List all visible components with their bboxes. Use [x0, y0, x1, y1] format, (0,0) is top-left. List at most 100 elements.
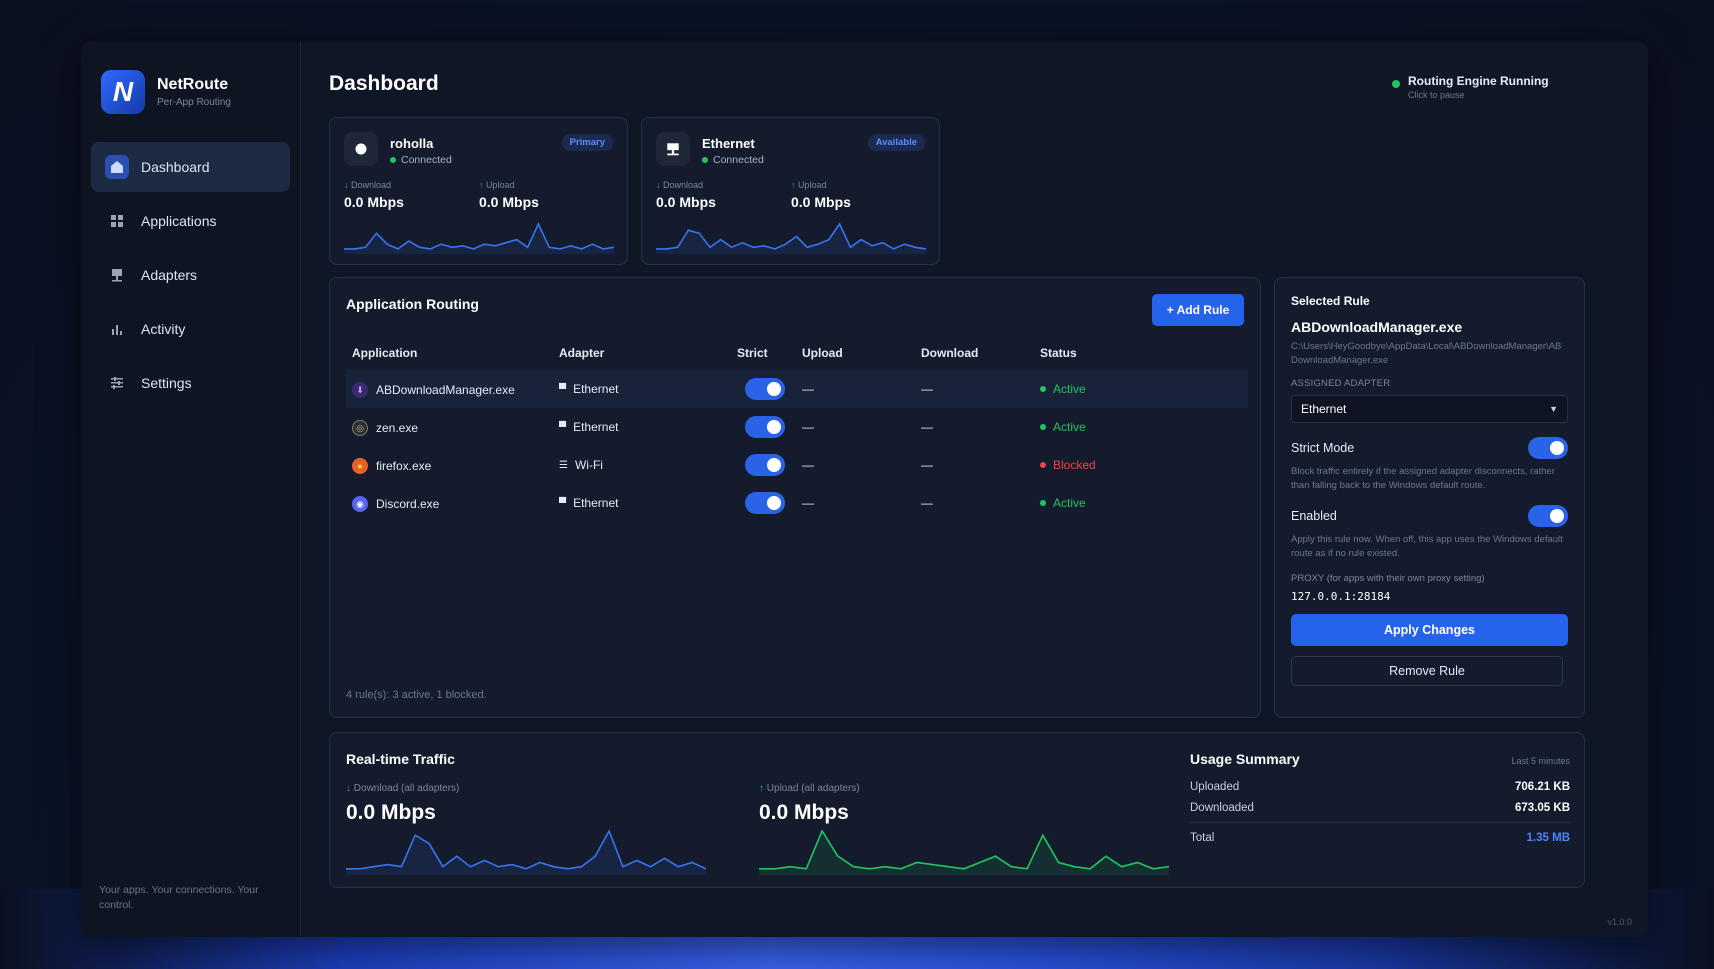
strict-mode-toggle[interactable]	[1528, 437, 1568, 459]
adapter-icon	[105, 263, 129, 287]
app-window: N NetRoute Per-App Routing Dashboard App…	[81, 42, 1648, 937]
status-text: Blocked	[1053, 458, 1096, 472]
selected-rule-app: ABDownloadManager.exe	[1291, 319, 1463, 335]
nav-item-applications[interactable]: Applications	[91, 196, 290, 246]
proxy-value[interactable]: 127.0.0.1:28184	[1291, 590, 1568, 603]
table-row[interactable]: ◎ zen.exe ▀ Ethernet — — Active	[346, 408, 1248, 446]
firefox-icon: ●	[352, 458, 368, 474]
column-header[interactable]: Status	[1040, 346, 1077, 360]
download-value: 0.0 Mbps	[344, 194, 404, 210]
arrow-up-icon: ↑	[759, 783, 764, 794]
engine-status[interactable]: Routing Engine Running Click to pause	[1392, 74, 1549, 100]
column-header[interactable]: Adapter	[559, 346, 604, 360]
table-row[interactable]: ⬇ ABDownloadManager.exe ▀ Ethernet — — A…	[346, 370, 1248, 408]
adapter-name: Ethernet	[573, 496, 619, 510]
ethernet-icon	[656, 132, 690, 166]
remove-rule-button[interactable]: Remove Rule	[1291, 656, 1563, 686]
selected-rule-panel: Selected Rule ABDownloadManager.exe C:\U…	[1274, 277, 1585, 718]
nav-label: Applications	[141, 213, 217, 229]
adapter-name: Ethernet	[573, 420, 619, 434]
traffic-upload-label-text: Upload (all adapters)	[766, 783, 860, 794]
nav-item-adapters[interactable]: Adapters	[91, 250, 290, 300]
adapter-name: Ethernet	[573, 382, 619, 396]
upload-label: Upload	[486, 180, 515, 190]
adapter-sparkline	[344, 222, 614, 254]
chevron-down-icon: ▼	[1549, 404, 1558, 414]
enabled-toggle[interactable]	[1528, 505, 1568, 527]
table-row[interactable]: ● firefox.exe ☰ Wi-Fi — — Blocked	[346, 446, 1248, 484]
status-dot	[702, 157, 708, 163]
nav-item-settings[interactable]: Settings	[91, 358, 290, 408]
adapter-badge: Primary	[561, 134, 613, 151]
strict-toggle[interactable]	[745, 492, 785, 514]
app-version: v1.0.0	[1607, 917, 1632, 927]
nav-label: Adapters	[141, 267, 198, 283]
download-label: Download	[351, 180, 392, 190]
sparkline-line	[346, 829, 706, 870]
table-row[interactable]: ◉ Discord.exe ▀ Ethernet — — Active	[346, 484, 1248, 522]
status-dot	[1040, 424, 1046, 430]
engine-title: Routing Engine Running	[1408, 74, 1549, 88]
downloaded-value: 673.05 KB	[1515, 802, 1570, 814]
usage-title: Usage Summary	[1190, 751, 1300, 767]
ethernet-icon: ▀	[559, 383, 567, 395]
nav-item-activity[interactable]: Activity	[91, 304, 290, 354]
usage-window: Last 5 minutes	[1511, 756, 1570, 766]
strict-mode-description: Block traffic entirely if the assigned a…	[1291, 466, 1555, 491]
traffic-download-label-text: Download (all adapters)	[353, 783, 460, 794]
strict-toggle[interactable]	[745, 378, 785, 400]
strict-toggle[interactable]	[745, 454, 785, 476]
column-header[interactable]: Download	[921, 346, 978, 360]
nav-item-dashboard[interactable]: Dashboard	[91, 142, 290, 192]
arrow-up-icon: ↑	[791, 180, 796, 190]
traffic-title: Real-time Traffic	[346, 751, 455, 767]
adapter-upload: ↑ Upload 0.0 Mbps	[479, 180, 539, 210]
assigned-adapter-label: ASSIGNED ADAPTER	[1291, 378, 1391, 389]
assigned-adapter-select[interactable]: Ethernet ▼	[1291, 395, 1568, 423]
add-rule-button[interactable]: + Add Rule	[1152, 294, 1244, 326]
nav-label: Activity	[141, 321, 186, 337]
table-header: Application Adapter Strict Upload Downlo…	[346, 346, 1246, 366]
column-header[interactable]: Strict	[737, 346, 768, 360]
enabled-description: Apply this rule now. When off, this app …	[1291, 534, 1563, 559]
adapter-card-roholla[interactable]: roholla Connected Primary ↓ Download 0.0…	[329, 117, 628, 265]
brand-logo: N	[101, 70, 145, 114]
adapter-status: Connected	[390, 154, 452, 166]
sparkline-area	[656, 224, 926, 254]
uploaded-label: Uploaded	[1190, 781, 1240, 793]
uploaded-value: 706.21 KB	[1515, 781, 1570, 793]
downloaded-label: Downloaded	[1190, 802, 1254, 814]
app-name: firefox.exe	[376, 459, 432, 473]
arrow-down-icon: ↓	[656, 180, 661, 190]
download-value: —	[921, 420, 933, 434]
upload-value: —	[802, 458, 814, 472]
brand-name: NetRoute	[157, 76, 229, 93]
nav-label: Dashboard	[141, 159, 210, 175]
traffic-download-value: 0.0 Mbps	[346, 801, 436, 824]
sliders-icon	[105, 371, 129, 395]
download-sparkline	[346, 829, 706, 875]
strict-toggle[interactable]	[745, 416, 785, 438]
column-header[interactable]: Application	[352, 346, 417, 360]
apply-changes-button[interactable]: Apply Changes	[1291, 614, 1568, 646]
upload-value: —	[802, 420, 814, 434]
grid-icon	[105, 209, 129, 233]
adapter-download: ↓ Download 0.0 Mbps	[344, 180, 404, 210]
upload-value: 0.0 Mbps	[791, 194, 851, 210]
upload-label: Upload	[798, 180, 827, 190]
download-value: 0.0 Mbps	[656, 194, 716, 210]
wifi-circle-icon	[344, 132, 378, 166]
divider	[1190, 822, 1570, 823]
column-header[interactable]: Upload	[802, 346, 843, 360]
realtime-traffic-panel: Real-time Traffic ↓ Download (all adapte…	[329, 732, 1585, 888]
application-routing-panel: Application Routing + Add Rule Applicati…	[329, 277, 1261, 718]
sidebar-footer: Your apps. Your connections. Your contro…	[99, 884, 259, 911]
download-value: —	[921, 496, 933, 510]
total-label: Total	[1190, 832, 1215, 844]
strict-mode-label: Strict Mode	[1291, 441, 1355, 455]
app-name: Discord.exe	[376, 497, 440, 511]
adapter-download: ↓ Download 0.0 Mbps	[656, 180, 716, 210]
home-icon	[105, 155, 129, 179]
enabled-label: Enabled	[1291, 509, 1337, 523]
adapter-card-ethernet[interactable]: Ethernet Connected Available ↓ Download …	[641, 117, 940, 265]
